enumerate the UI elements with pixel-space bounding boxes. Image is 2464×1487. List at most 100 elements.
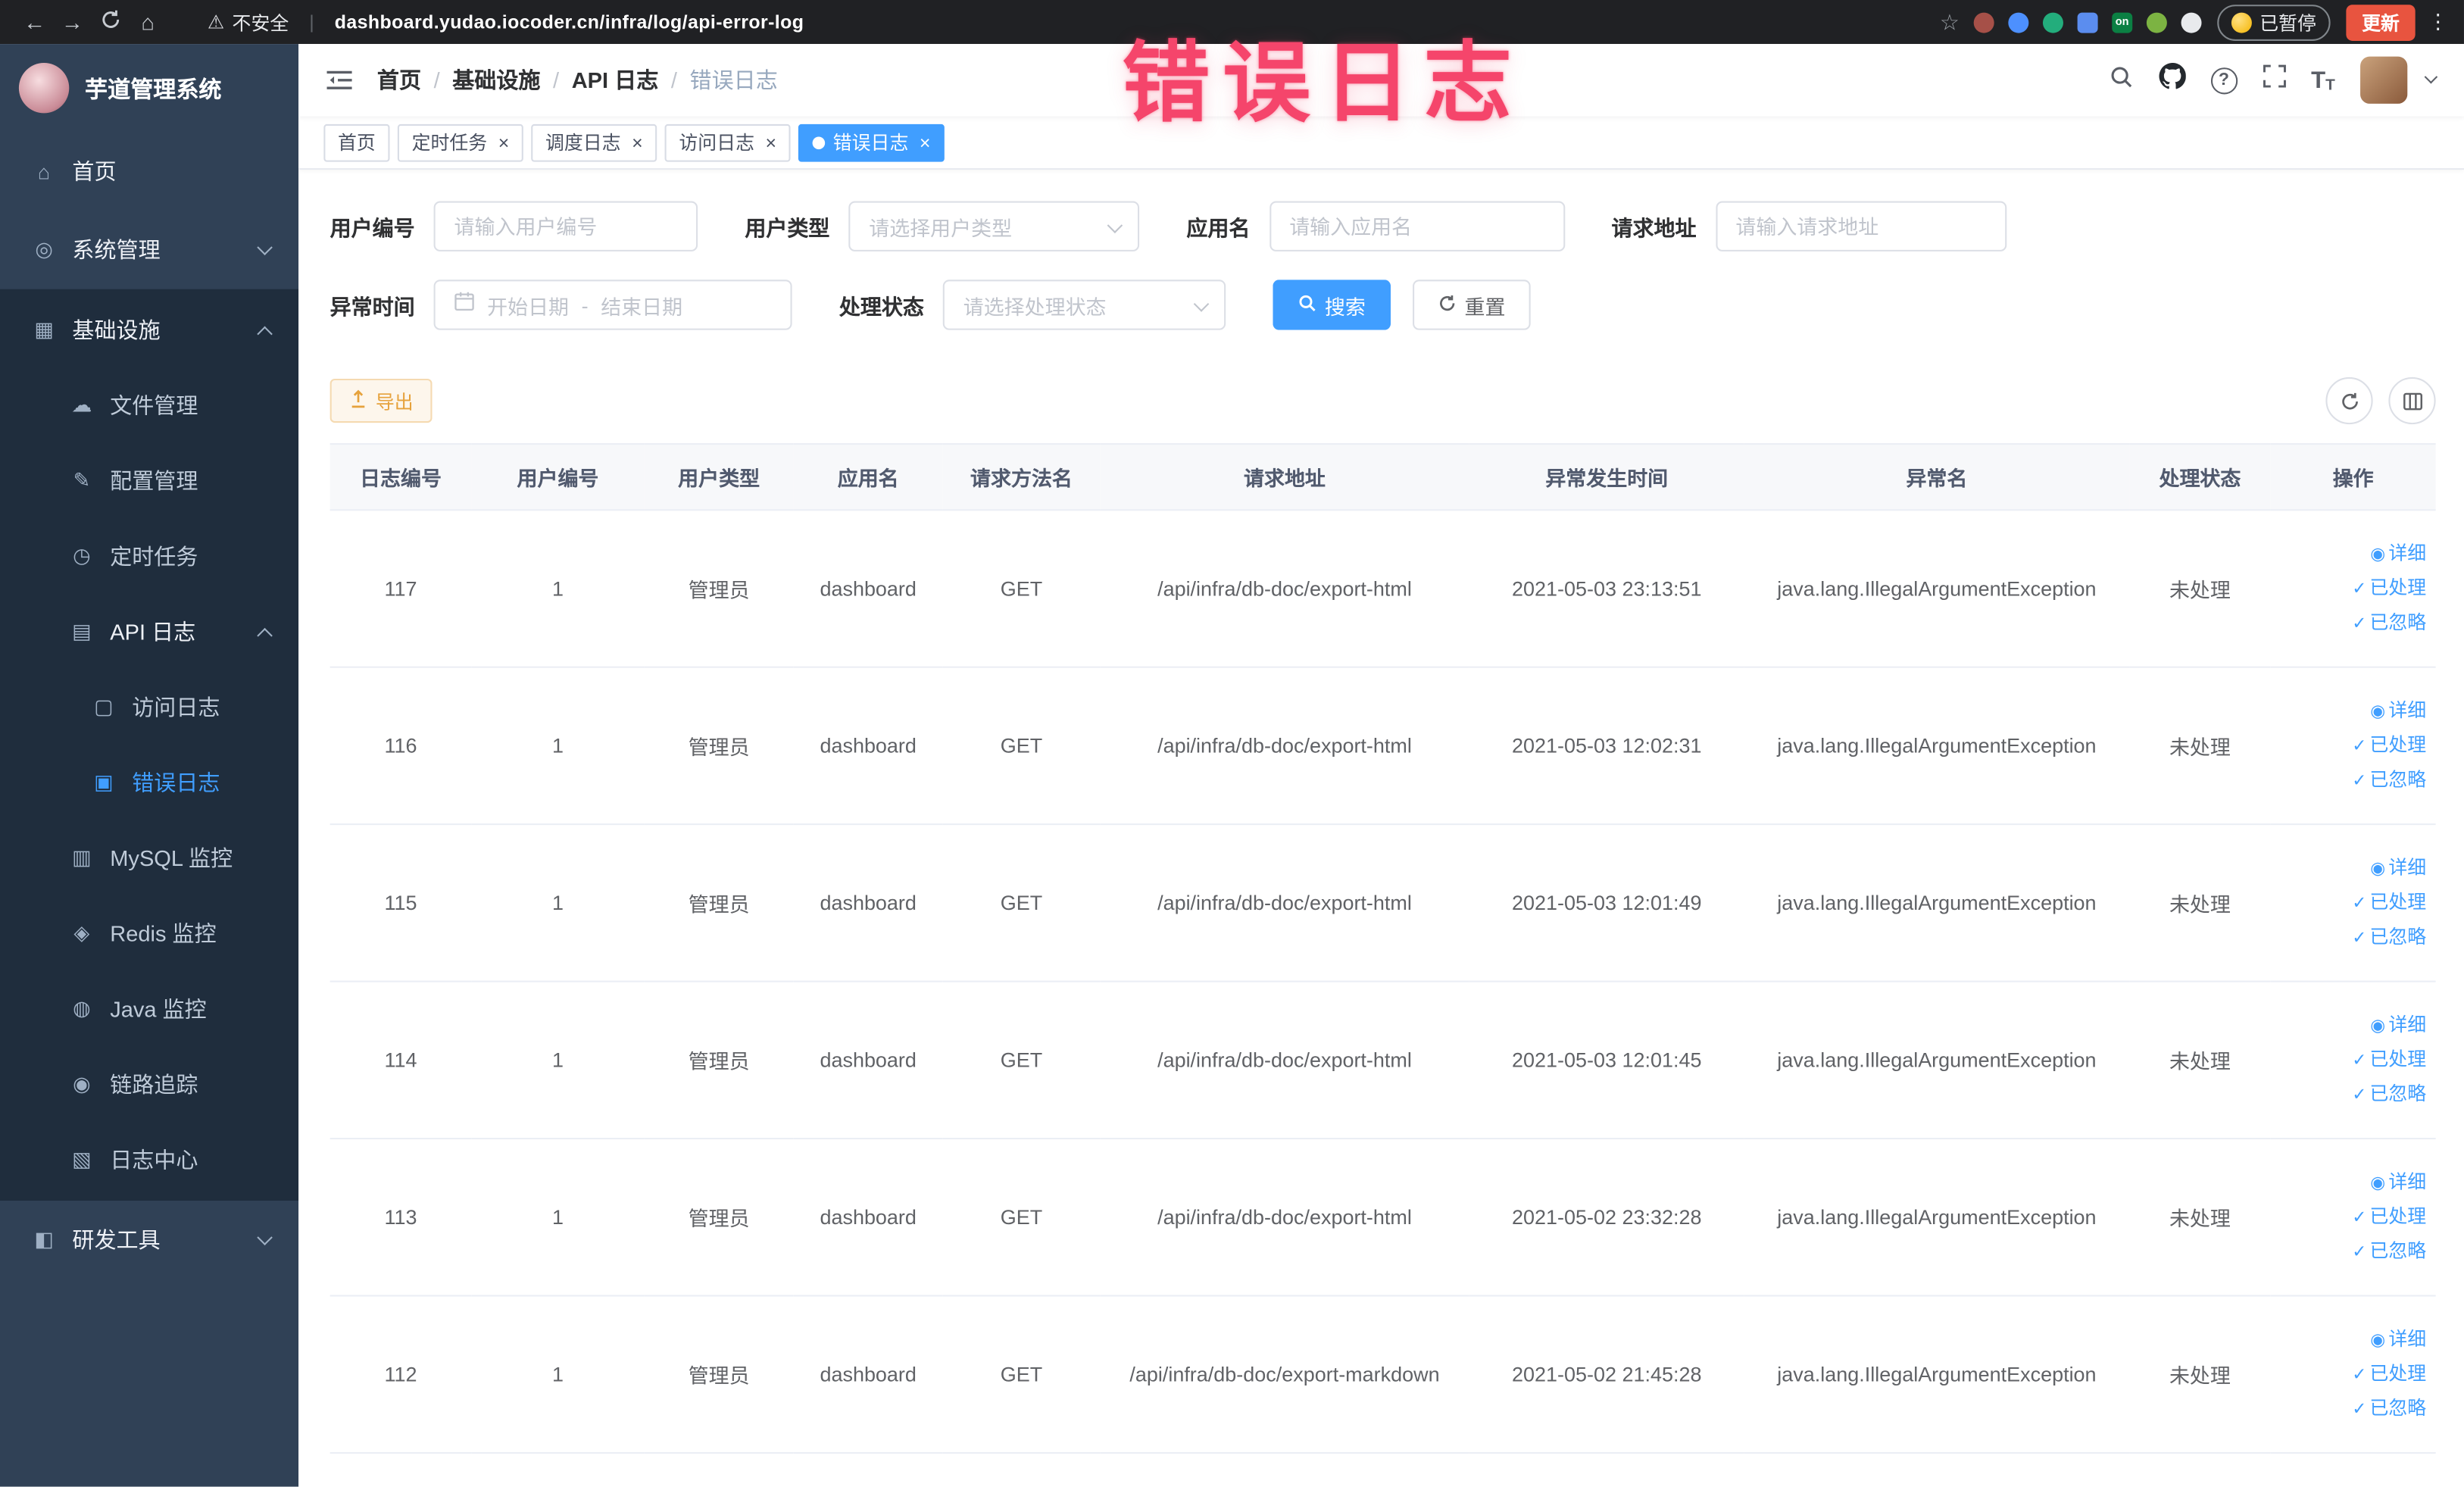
sidebar-item-file-management[interactable]: ☁ 文件管理 bbox=[0, 367, 298, 443]
refresh-table-button[interactable] bbox=[2325, 376, 2373, 425]
process-status-select[interactable]: 请选择处理状态 bbox=[942, 280, 1226, 330]
detail-link[interactable]: ◉ 详细 bbox=[2277, 1323, 2426, 1357]
extension-icon-paw[interactable] bbox=[2181, 11, 2202, 33]
breadcrumb-home[interactable]: 首页 bbox=[377, 64, 421, 95]
reload-icon[interactable] bbox=[91, 9, 129, 34]
tab-error-log[interactable]: 错误日志 × bbox=[798, 123, 945, 161]
search-icon[interactable] bbox=[2109, 64, 2134, 97]
sidebar-item-access-log[interactable]: ▢ 访问日志 bbox=[0, 670, 298, 745]
sidebar-item-tracing[interactable]: ◉ 链路追踪 bbox=[0, 1047, 298, 1123]
sidebar-item-label: 首页 bbox=[72, 158, 117, 184]
sidebar-item-dev-tools[interactable]: ◧ 研发工具 bbox=[0, 1201, 298, 1279]
main-content: 首页 / 基础设施 / API 日志 / 错误日志 ? T T 首页 定时任务 … bbox=[298, 44, 2464, 1487]
update-button[interactable]: 更新 bbox=[2346, 4, 2416, 40]
detail-link[interactable]: ◉ 详细 bbox=[2277, 1165, 2426, 1200]
column-settings-button[interactable] bbox=[2388, 376, 2436, 425]
cell-exception-name: java.lang.IllegalArgumentException bbox=[1744, 1295, 2130, 1454]
tab-close-icon[interactable]: × bbox=[766, 133, 777, 152]
user-type-select[interactable]: 请选择用户类型 bbox=[848, 201, 1140, 251]
browser-menu-icon[interactable]: ⋮ bbox=[2428, 9, 2448, 34]
extension-icon-drop[interactable] bbox=[2008, 11, 2029, 33]
back-icon[interactable]: ← bbox=[16, 9, 54, 34]
fullscreen-icon[interactable] bbox=[2263, 64, 2286, 95]
bookmark-star-icon[interactable]: ☆ bbox=[1940, 8, 1960, 35]
user-id-input[interactable] bbox=[433, 201, 698, 251]
sidebar-item-api-log[interactable]: ▤ API 日志 bbox=[0, 594, 298, 670]
detail-link[interactable]: ◉ 详细 bbox=[2277, 536, 2426, 571]
mark-ignored-link[interactable]: ✓ 已忽略 bbox=[2277, 1392, 2426, 1426]
tab-home[interactable]: 首页 bbox=[323, 123, 390, 161]
sidebar-item-redis-monitor[interactable]: ◈ Redis 监控 bbox=[0, 896, 298, 972]
sidebar-item-java-monitor[interactable]: ◍ Java 监控 bbox=[0, 971, 298, 1047]
detail-link[interactable]: ◉ 详细 bbox=[2277, 1008, 2426, 1043]
sidebar-item-log-center[interactable]: ▧ 日志中心 bbox=[0, 1122, 298, 1198]
tab-close-icon[interactable]: × bbox=[498, 133, 510, 152]
breadcrumb-infrastructure[interactable]: 基础设施 bbox=[452, 64, 540, 95]
extension-icon-grid[interactable] bbox=[2077, 11, 2098, 33]
mark-processed-link[interactable]: ✓ 已处理 bbox=[2277, 1042, 2426, 1077]
mark-processed-link[interactable]: ✓ 已处理 bbox=[2277, 1357, 2426, 1392]
col-exception-name: 异常名 bbox=[1744, 443, 2130, 511]
detail-link[interactable]: ◉ 详细 bbox=[2277, 694, 2426, 729]
exception-time-range-picker[interactable]: 开始日期 - 结束日期 bbox=[433, 280, 792, 330]
user-avatar[interactable] bbox=[2360, 56, 2408, 104]
search-button[interactable]: 搜索 bbox=[1273, 280, 1391, 330]
extension-icon-leaf[interactable] bbox=[2146, 11, 2167, 33]
request-url-label: 请求地址 bbox=[1611, 217, 1697, 241]
breadcrumb-api-log[interactable]: API 日志 bbox=[572, 64, 659, 95]
paused-badge[interactable]: 已暂停 bbox=[2217, 4, 2331, 40]
cell-app-name: dashboard bbox=[793, 1295, 943, 1454]
tab-close-icon[interactable]: × bbox=[632, 133, 643, 152]
table-body: 117 1 管理员 dashboard GET /api/infra/db-do… bbox=[329, 510, 2436, 1454]
address-url[interactable]: dashboard.yudao.iocoder.cn/infra/log/api… bbox=[335, 11, 804, 33]
chevron-down-icon bbox=[1107, 217, 1123, 233]
viewport: ← → ⌂ ⚠ 不安全 | dashboard.yudao.iocoder.cn… bbox=[0, 0, 2464, 1487]
mark-processed-link[interactable]: ✓ 已处理 bbox=[2277, 729, 2426, 764]
font-size-icon[interactable]: TT bbox=[2311, 67, 2335, 93]
mark-processed-link[interactable]: ✓ 已处理 bbox=[2277, 571, 2426, 606]
home-nav-icon[interactable]: ⌂ bbox=[129, 9, 167, 34]
extension-icon-green[interactable] bbox=[2042, 11, 2063, 33]
tab-scheduled-tasks[interactable]: 定时任务 × bbox=[397, 123, 523, 161]
reset-button[interactable]: 重置 bbox=[1413, 280, 1531, 330]
sidebar-item-mysql-monitor[interactable]: ▥ MySQL 监控 bbox=[0, 820, 298, 896]
eye-icon: ◉ bbox=[2370, 1173, 2386, 1192]
detail-link[interactable]: ◉ 详细 bbox=[2277, 851, 2426, 886]
mark-ignored-link[interactable]: ✓ 已忽略 bbox=[2277, 1235, 2426, 1270]
tab-access-log[interactable]: 访问日志 × bbox=[664, 123, 791, 161]
mark-ignored-link[interactable]: ✓ 已忽略 bbox=[2277, 606, 2426, 641]
help-icon[interactable]: ? bbox=[2210, 67, 2238, 94]
extension-icon-red[interactable] bbox=[1973, 11, 1994, 33]
export-button[interactable]: 导出 bbox=[329, 378, 433, 423]
sidebar-item-system-management[interactable]: ◎ 系统管理 bbox=[0, 211, 298, 289]
request-url-input[interactable] bbox=[1715, 201, 2006, 251]
forward-icon[interactable]: → bbox=[54, 9, 92, 34]
app-logo[interactable]: 芋道管理系统 bbox=[0, 44, 298, 132]
tab-label: 定时任务 bbox=[411, 132, 488, 155]
extension-icon-on[interactable]: on bbox=[2112, 11, 2133, 33]
tab-label: 首页 bbox=[338, 132, 376, 155]
github-icon[interactable] bbox=[2158, 62, 2186, 98]
monkey-emoji-icon bbox=[2231, 11, 2252, 33]
avatar-caret-icon[interactable] bbox=[2424, 70, 2438, 84]
tab-close-icon[interactable]: × bbox=[920, 133, 931, 152]
app-name-label: 应用名 bbox=[1186, 217, 1251, 241]
cell-request-url: /api/infra/db-doc/export-markdown bbox=[1100, 1295, 1469, 1454]
sidebar-collapse-icon[interactable] bbox=[326, 69, 352, 91]
app-name-input[interactable] bbox=[1269, 201, 1565, 251]
sidebar-item-config-management[interactable]: ✎ 配置管理 bbox=[0, 443, 298, 519]
tab-schedule-log[interactable]: 调度日志 × bbox=[531, 123, 657, 161]
sidebar-item-scheduled-tasks[interactable]: ◷ 定时任务 bbox=[0, 519, 298, 595]
mark-ignored-link[interactable]: ✓ 已忽略 bbox=[2277, 920, 2426, 955]
security-label[interactable]: 不安全 bbox=[233, 8, 289, 35]
sidebar-item-home[interactable]: ⌂ 首页 bbox=[0, 132, 298, 211]
check-icon: ✓ bbox=[2352, 1399, 2367, 1419]
mark-processed-link[interactable]: ✓ 已处理 bbox=[2277, 1200, 2426, 1235]
mark-ignored-link[interactable]: ✓ 已忽略 bbox=[2277, 763, 2426, 798]
sidebar-item-error-log[interactable]: ▣ 错误日志 bbox=[0, 745, 298, 820]
cell-status: 未处理 bbox=[2129, 667, 2271, 826]
mark-processed-link[interactable]: ✓ 已处理 bbox=[2277, 886, 2426, 920]
mark-ignored-link[interactable]: ✓ 已忽略 bbox=[2277, 1077, 2426, 1112]
select-placeholder: 请选择用户类型 bbox=[869, 216, 1013, 240]
sidebar-item-infrastructure[interactable]: ▦ 基础设施 bbox=[0, 292, 298, 368]
